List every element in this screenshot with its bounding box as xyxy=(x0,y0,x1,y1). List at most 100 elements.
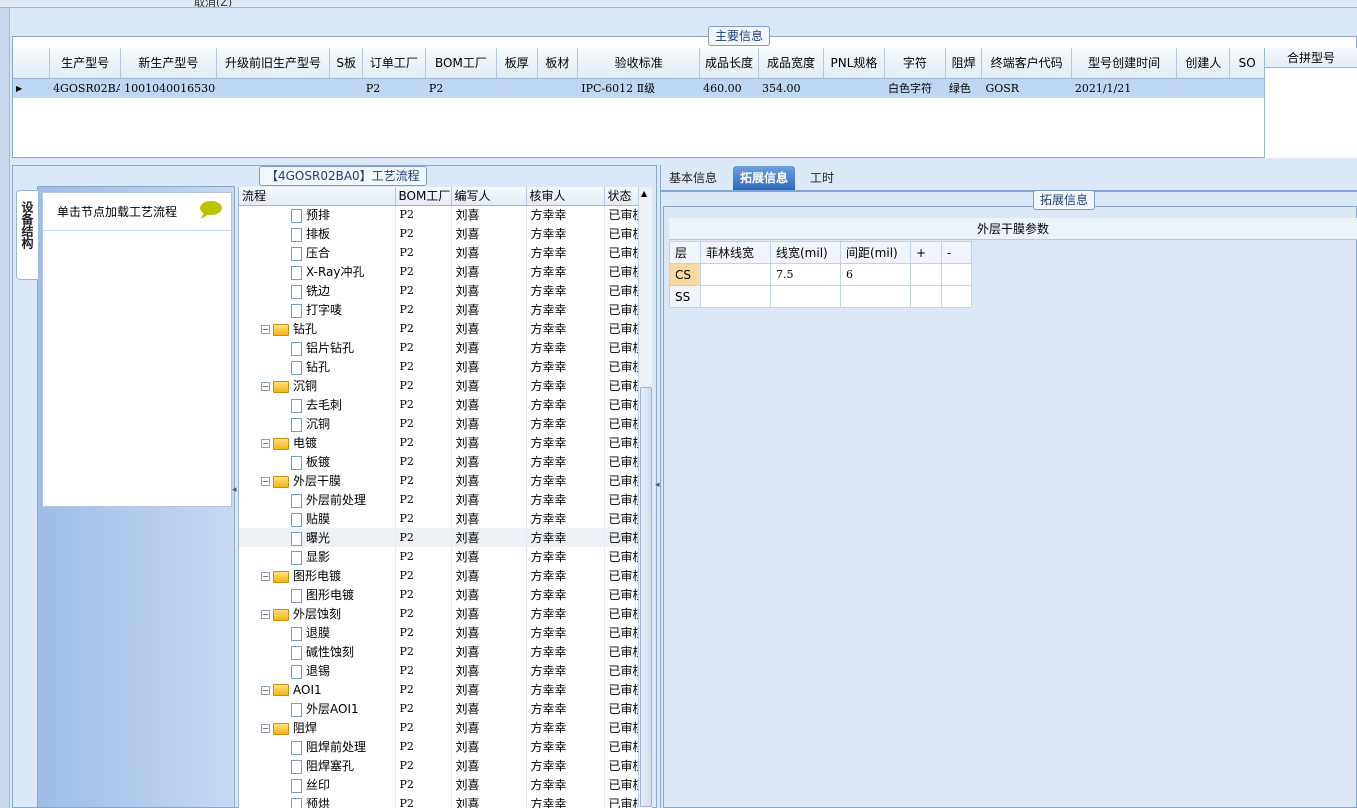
main-grid-cell[interactable]: 10010400165306 xyxy=(120,78,217,98)
main-grid-row[interactable]: ▶4GOSR02BA010010400165306 P2P2 IPC-6012 Ⅱ级… xyxy=(13,78,1265,98)
main-col-header[interactable]: 升级前旧生产型号 xyxy=(216,48,331,79)
main-grid-cell[interactable] xyxy=(1229,78,1265,98)
main-col-header[interactable]: 新生产型号 xyxy=(120,48,217,79)
flow-row[interactable]: − AOI1 P2刘喜方幸幸已审核 xyxy=(239,680,638,699)
main-col-header[interactable]: 成品长度 xyxy=(699,48,760,79)
flow-row[interactable]: 贴膜 P2刘喜方幸幸已审核 xyxy=(239,509,638,528)
param-cell[interactable] xyxy=(770,285,841,308)
main-col-header[interactable]: 板厚 xyxy=(496,48,538,79)
flow-node-cell[interactable]: 曝光 xyxy=(239,528,396,547)
flow-row[interactable]: 碱性蚀刻 P2刘喜方幸幸已审核 xyxy=(239,642,638,661)
main-col-header[interactable]: SO xyxy=(1229,48,1265,79)
main-grid-cell[interactable] xyxy=(823,78,885,98)
flow-node-cell[interactable]: 退锡 xyxy=(239,661,396,680)
flow-node-cell[interactable]: 碱性蚀刻 xyxy=(239,642,396,661)
scroll-thumb[interactable] xyxy=(640,387,652,807)
flow-node-cell[interactable]: − AOI1 xyxy=(239,680,396,699)
collapse-toggle-icon[interactable]: − xyxy=(261,382,270,391)
flow-node-cell[interactable]: 铣边 xyxy=(239,281,396,300)
main-col-header[interactable]: 验收标准 xyxy=(577,48,701,79)
main-grid-cell[interactable] xyxy=(537,78,579,98)
main-grid-cell[interactable] xyxy=(216,78,331,98)
collapse-toggle-icon[interactable]: − xyxy=(261,724,270,733)
main-col-header[interactable]: S板 xyxy=(329,48,363,79)
flow-col-header[interactable]: 编写人 xyxy=(451,187,527,206)
flow-col-header[interactable]: 核审人 xyxy=(526,187,605,206)
flow-node-cell[interactable]: 显影 xyxy=(239,547,396,566)
cancel-button[interactable]: 取消(Z) xyxy=(194,0,232,7)
main-grid-cell[interactable] xyxy=(1176,78,1231,98)
flow-node-cell[interactable]: 阻焊塞孔 xyxy=(239,756,396,775)
flow-row[interactable]: 打字唛 P2刘喜方幸幸已审核 xyxy=(239,300,638,319)
flow-row[interactable]: − 外层蚀刻 P2刘喜方幸幸已审核 xyxy=(239,604,638,623)
flow-row[interactable]: 压合 P2刘喜方幸幸已审核 xyxy=(239,243,638,262)
flow-row[interactable]: 铝片钻孔 P2刘喜方幸幸已审核 xyxy=(239,338,638,357)
flow-row[interactable]: 丝印 P2刘喜方幸幸已审核 xyxy=(239,775,638,794)
flow-row[interactable]: 铣边 P2刘喜方幸幸已审核 xyxy=(239,281,638,300)
main-grid-cell[interactable]: P2 xyxy=(362,78,426,98)
main-grid-cell[interactable]: GOSR xyxy=(981,78,1072,98)
main-col-header[interactable]: 成品宽度 xyxy=(758,48,825,79)
flow-row[interactable]: 退膜 P2刘喜方幸幸已审核 xyxy=(239,623,638,642)
flow-row[interactable]: 阻焊前处理 P2刘喜方幸幸已审核 xyxy=(239,737,638,756)
main-col-header[interactable]: 板材 xyxy=(537,48,579,79)
flow-col-header[interactable]: 流程 xyxy=(239,187,396,206)
main-col-header[interactable]: 阻焊 xyxy=(945,48,983,79)
flow-row[interactable]: − 外层干膜 P2刘喜方幸幸已审核 xyxy=(239,471,638,490)
param-cell[interactable] xyxy=(941,263,972,286)
main-col-header[interactable]: 创建人 xyxy=(1176,48,1231,79)
collapse-toggle-icon[interactable]: − xyxy=(261,572,270,581)
param-col-header[interactable]: - xyxy=(941,241,972,264)
main-grid-cell[interactable]: 4GOSR02BA0 xyxy=(49,78,122,98)
main-grid-cell[interactable] xyxy=(329,78,363,98)
flow-node-cell[interactable]: 预烘 xyxy=(239,794,396,808)
tab-basic-info[interactable]: 基本信息 xyxy=(662,166,724,190)
main-col-header[interactable]: 订单工厂 xyxy=(362,48,426,79)
main-grid-cell[interactable]: 460.00 xyxy=(699,78,760,98)
main-col-header[interactable]: 字符 xyxy=(884,48,946,79)
flow-row[interactable]: 显影 P2刘喜方幸幸已审核 xyxy=(239,547,638,566)
flow-node-cell[interactable]: − 阻焊 xyxy=(239,718,396,737)
layer-cell[interactable]: SS xyxy=(669,285,701,308)
main-grid-cell[interactable]: 绿色 xyxy=(945,78,983,98)
main-col-header[interactable]: 型号创建时间 xyxy=(1071,48,1178,79)
flow-row[interactable]: 阻焊塞孔 P2刘喜方幸幸已审核 xyxy=(239,756,638,775)
left-splitter-grip-icon[interactable]: ◂ xyxy=(232,485,237,495)
flow-node-cell[interactable]: 阻焊前处理 xyxy=(239,737,396,756)
flow-row[interactable]: 去毛刺 P2刘喜方幸幸已审核 xyxy=(239,395,638,414)
collapse-toggle-icon[interactable]: − xyxy=(261,325,270,334)
flow-node-cell[interactable]: 钻孔 xyxy=(239,357,396,376)
flow-row[interactable]: 退锡 P2刘喜方幸幸已审核 xyxy=(239,661,638,680)
flow-col-header[interactable]: 状态 xyxy=(604,187,638,206)
flow-vertical-scrollbar[interactable]: ▲ xyxy=(638,187,652,808)
param-cell[interactable] xyxy=(700,285,771,308)
flow-node-cell[interactable]: 外层AOI1 xyxy=(239,699,396,718)
flow-node-cell[interactable]: 预排 xyxy=(239,205,396,224)
param-cell[interactable] xyxy=(700,263,771,286)
main-col-header[interactable]: BOM工厂 xyxy=(425,48,497,79)
tab-extension-info[interactable]: 拓展信息 xyxy=(733,166,796,190)
collapse-toggle-icon[interactable]: − xyxy=(261,439,270,448)
flow-row[interactable]: − 图形电镀 P2刘喜方幸幸已审核 xyxy=(239,566,638,585)
scroll-up-arrow-icon[interactable]: ▲ xyxy=(641,189,647,198)
main-grid-cell[interactable]: IPC-6012 Ⅱ级 xyxy=(577,78,701,98)
flow-node-cell[interactable]: 打字唛 xyxy=(239,300,396,319)
flow-node-cell[interactable]: 板镀 xyxy=(239,452,396,471)
flow-row[interactable]: X-Ray冲孔 P2刘喜方幸幸已审核 xyxy=(239,262,638,281)
main-grid-cell[interactable]: 白色字符 xyxy=(884,78,946,98)
main-col-header[interactable]: 生产型号 xyxy=(49,48,122,79)
flow-row[interactable]: 排板 P2刘喜方幸幸已审核 xyxy=(239,224,638,243)
param-cell[interactable] xyxy=(910,285,942,308)
device-structure-tab[interactable]: 设备结构 xyxy=(16,190,38,280)
flow-node-cell[interactable]: − 钻孔 xyxy=(239,319,396,338)
flow-col-header[interactable]: BOM工厂 xyxy=(395,187,452,206)
main-grid-cell[interactable]: P2 xyxy=(425,78,497,98)
main-grid-cell[interactable] xyxy=(496,78,538,98)
flow-node-cell[interactable]: 丝印 xyxy=(239,775,396,794)
param-row[interactable]: SS xyxy=(669,285,972,308)
param-row[interactable]: CS 7.5 6 xyxy=(669,263,972,286)
main-grid-cell[interactable]: 2021/1/21 xyxy=(1071,78,1178,98)
flow-node-cell[interactable]: 图形电镀 xyxy=(239,585,396,604)
right-splitter-grip-icon[interactable]: ◂ xyxy=(655,480,660,490)
flow-node-cell[interactable]: − 沉铜 xyxy=(239,376,396,395)
